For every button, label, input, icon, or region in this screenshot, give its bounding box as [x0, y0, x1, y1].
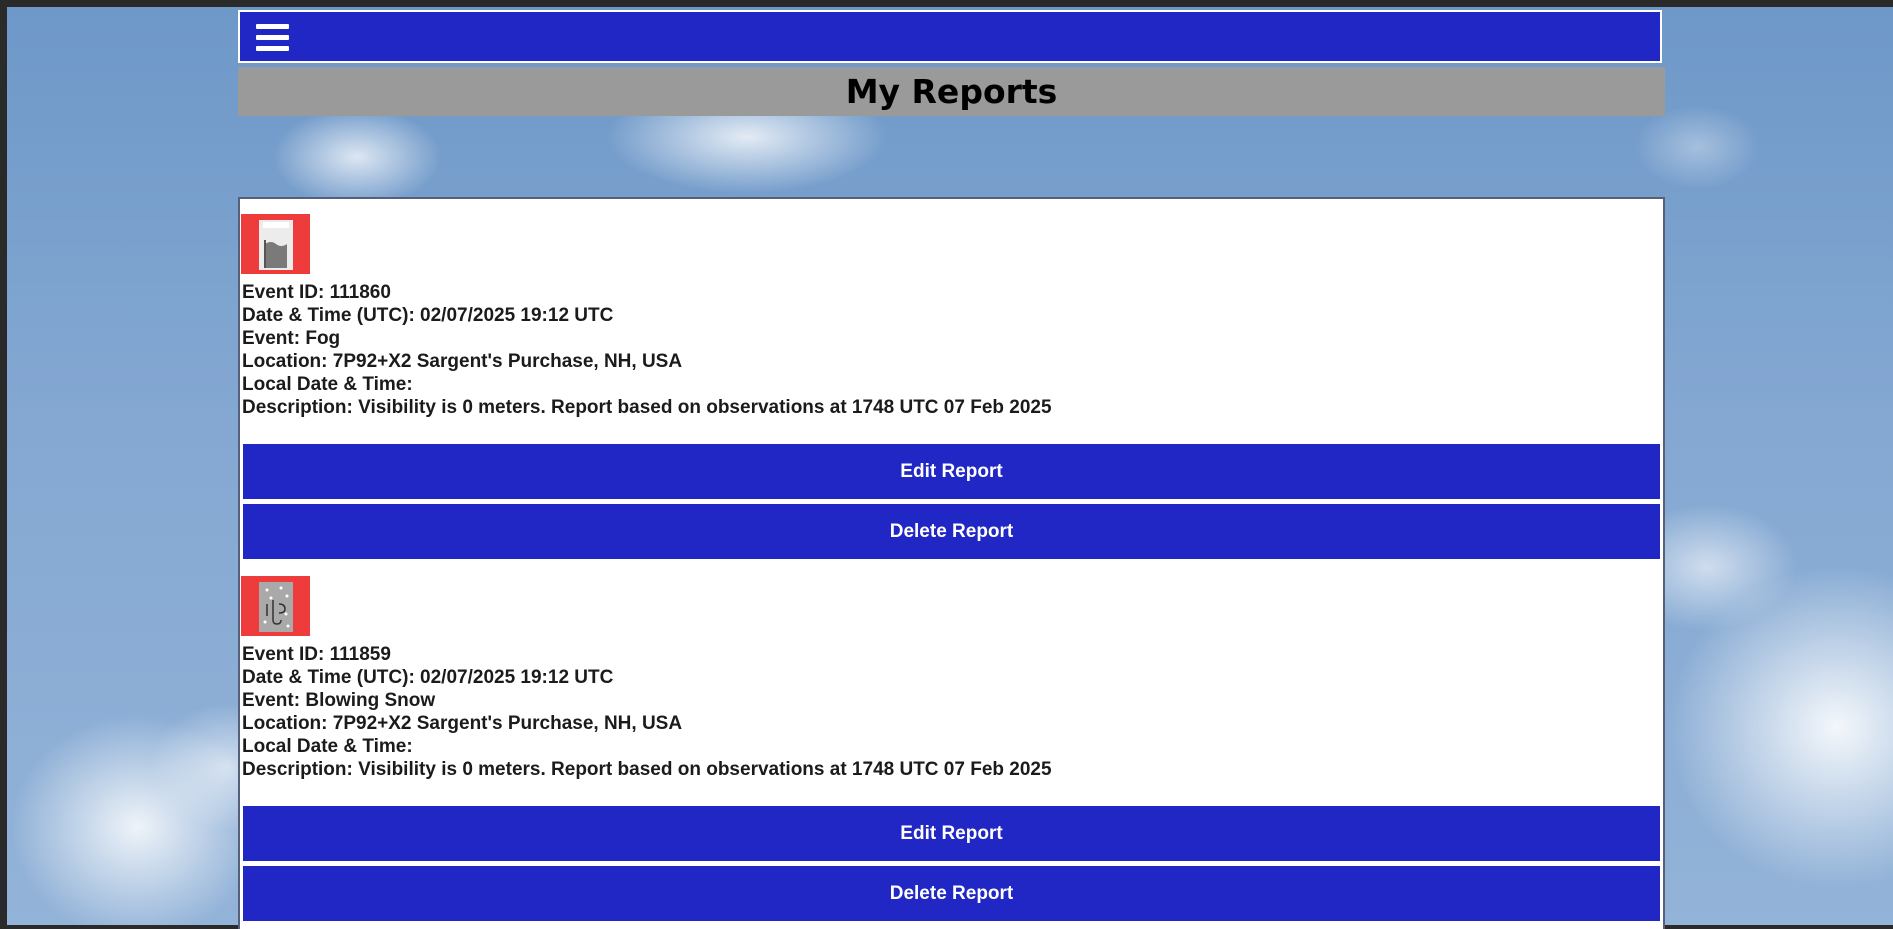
- datetime-utc: Date & Time (UTC): 02/07/2025 19:12 UTC: [242, 305, 614, 326]
- page-title: My Reports: [845, 72, 1058, 111]
- description: Description: Visibility is 0 meters. Rep…: [242, 397, 1052, 418]
- page-title-bar: My Reports: [238, 67, 1665, 116]
- delete-report-button[interactable]: Delete Report: [243, 504, 1660, 559]
- location: Location: 7P92+X2 Sargent's Purchase, NH…: [242, 351, 683, 372]
- edit-report-button[interactable]: Edit Report: [243, 444, 1660, 499]
- hamburger-menu-icon[interactable]: [256, 24, 289, 52]
- report-card: Event ID: 111859 Date & Time (UTC): 02/0…: [240, 561, 1663, 923]
- local-datetime: Local Date & Time:: [242, 736, 413, 757]
- description: Description: Visibility is 0 meters. Rep…: [242, 759, 1052, 780]
- location: Location: 7P92+X2 Sargent's Purchase, NH…: [242, 713, 683, 734]
- edit-report-button[interactable]: Edit Report: [243, 806, 1660, 861]
- top-navbar: [238, 10, 1662, 63]
- report-card: Event ID: 111860 Date & Time (UTC): 02/0…: [240, 199, 1663, 561]
- window-frame-left: [0, 0, 7, 929]
- event-id: Event ID: 111859: [242, 644, 391, 665]
- delete-report-button[interactable]: Delete Report: [243, 866, 1660, 921]
- window-frame-top: [0, 0, 1893, 7]
- reports-list: Event ID: 111860 Date & Time (UTC): 02/0…: [238, 197, 1665, 929]
- report-details: Event ID: 111860 Date & Time (UTC): 02/0…: [242, 281, 1052, 419]
- event-id: Event ID: 111860: [242, 282, 391, 303]
- datetime-utc: Date & Time (UTC): 02/07/2025 19:12 UTC: [242, 667, 614, 688]
- event-type: Event: Blowing Snow: [242, 690, 436, 711]
- event-type: Event: Fog: [242, 328, 341, 349]
- fog-icon: [241, 214, 310, 274]
- local-datetime: Local Date & Time:: [242, 374, 413, 395]
- blowing-snow-icon: [241, 576, 310, 636]
- report-details: Event ID: 111859 Date & Time (UTC): 02/0…: [242, 643, 1052, 781]
